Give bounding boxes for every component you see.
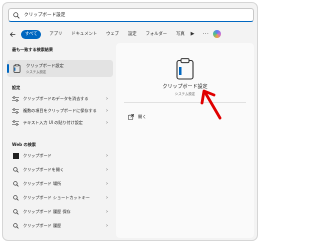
open-label: 開く	[138, 114, 147, 119]
search-icon	[11, 209, 20, 215]
web-search-item[interactable]: クリップボード ショートカットキー ›	[7, 192, 113, 204]
clipboard-icon	[13, 64, 21, 73]
web-search-label: クリップボードを開く	[23, 167, 64, 172]
settings-item[interactable]: 複数の項目をクリップボードに保存する ›	[7, 105, 113, 117]
search-input[interactable]: クリップボード設定	[24, 12, 65, 18]
settings-sliders-icon	[11, 108, 20, 114]
divider	[124, 102, 246, 103]
web-search-item[interactable]: クリップボード 場所 ›	[7, 178, 113, 190]
settings-header: 設定	[12, 85, 21, 90]
search-icon	[11, 181, 20, 187]
best-match-header: 最も一致する検索結果	[12, 47, 53, 52]
chevron-right-icon: ›	[106, 181, 108, 187]
best-match-item[interactable]: クリップボード設定 システム設定	[7, 60, 113, 77]
clipboard-large-icon	[176, 58, 194, 80]
web-search-label: クリップボード 場所	[23, 181, 62, 186]
more-tabs-arrow-icon[interactable]: ▶	[191, 31, 195, 37]
settings-item-label: テキスト入力 UI の貼り付け設定	[23, 120, 83, 125]
start-search-panel: クリップボード設定 すべて アプリ ドキュメント ウェブ 設定 フォルダー 写真…	[2, 2, 258, 241]
settings-sliders-icon	[11, 96, 20, 102]
more-options-icon[interactable]: ···	[203, 31, 210, 38]
web-search-label: クリップボード	[23, 153, 52, 158]
settings-item-label: クリップボードのデータを消去する	[23, 96, 89, 101]
search-icon	[11, 195, 20, 201]
web-search-label: クリップボード 履歴	[23, 223, 62, 228]
tab-folders[interactable]: フォルダー	[146, 31, 167, 37]
tab-settings[interactable]: 設定	[128, 31, 137, 37]
preview-title: クリップボード設定	[162, 84, 208, 90]
tab-documents[interactable]: ドキュメント	[71, 31, 97, 37]
red-annotation-arrow-icon	[200, 89, 222, 120]
web-search-label: クリップボード 履歴 保存	[23, 209, 71, 214]
chevron-right-icon: ›	[106, 108, 108, 114]
copilot-icon[interactable]	[213, 30, 222, 38]
chevron-right-icon: ›	[106, 153, 108, 159]
chevron-right-icon: ›	[106, 209, 108, 215]
tab-apps[interactable]: アプリ	[49, 31, 62, 37]
web-search-header: Web の検索	[12, 142, 36, 147]
settings-item[interactable]: クリップボードのデータを消去する ›	[7, 93, 113, 105]
settings-sliders-icon	[11, 120, 20, 126]
chevron-right-icon: ›	[106, 96, 108, 102]
results-list: 最も一致する検索結果 クリップボード設定 システム設定 設定 クリップボードのデ…	[3, 43, 116, 240]
web-search-label: クリップボード ショートカットキー	[23, 195, 90, 200]
selection-indicator	[7, 64, 9, 73]
tab-web[interactable]: ウェブ	[106, 31, 119, 37]
open-button[interactable]: 開く	[128, 114, 146, 120]
search-icon	[11, 167, 20, 173]
chevron-right-icon: ›	[106, 195, 108, 201]
web-search-item[interactable]: クリップボード 履歴 保存 ›	[7, 206, 113, 218]
preview-subtitle: システム設定	[174, 92, 196, 96]
chevron-right-icon: ›	[106, 120, 108, 126]
settings-item-label: 複数の項目をクリップボードに保存する	[23, 108, 97, 113]
tab-photos[interactable]: 写真	[176, 31, 185, 37]
settings-item[interactable]: テキスト入力 UI の貼り付け設定 ›	[7, 117, 113, 129]
black-square-icon	[11, 153, 20, 159]
search-box[interactable]: クリップボード設定	[8, 8, 254, 22]
chevron-right-icon: ›	[106, 167, 108, 173]
search-icon	[11, 223, 20, 229]
filter-tabs: すべて アプリ ドキュメント ウェブ 設定 フォルダー 写真 ▶ ···	[8, 29, 256, 39]
best-match-subtitle: システム設定	[26, 70, 47, 74]
tab-all[interactable]: すべて	[21, 29, 42, 39]
back-arrow-icon[interactable]	[8, 30, 17, 39]
search-icon	[13, 11, 20, 19]
web-search-item[interactable]: クリップボード ›	[7, 150, 113, 162]
web-search-item[interactable]: クリップボード 履歴 ›	[7, 220, 113, 232]
open-external-icon	[128, 114, 134, 120]
chevron-right-icon: ›	[106, 223, 108, 229]
preview-pane: クリップボード設定 システム設定 開く	[116, 43, 254, 238]
web-search-item[interactable]: クリップボードを開く ›	[7, 164, 113, 176]
